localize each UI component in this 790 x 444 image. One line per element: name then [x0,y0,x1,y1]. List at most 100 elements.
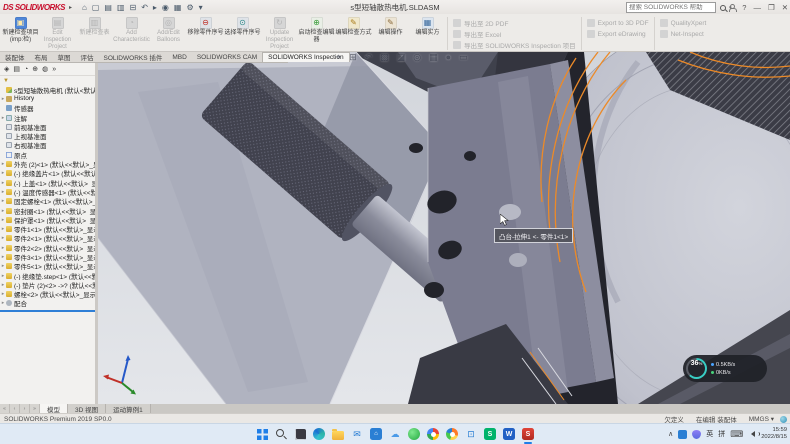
filter-icon[interactable]: ▼ [3,78,9,84]
export-button[interactable]: QualityXpert [660,18,707,28]
browser-1-button[interactable] [426,427,440,441]
view-tool-icon[interactable]: ⊞ [349,52,357,63]
taskbar-search-button[interactable] [274,427,288,441]
status-item[interactable]: MMGS ▾ [749,415,774,423]
ribbon-button[interactable]: ▤ Edit Inspection Project [39,16,76,51]
tree-item[interactable]: ▸ 注解 [0,113,95,122]
tree-item[interactable]: ▸ 零件2<1> (默认<<默认>_显示状态 [0,234,95,243]
touch-keyboard-icon[interactable]: ⌨ [730,429,743,440]
ribbon-button[interactable]: ✎ 编辑操作 [372,16,409,51]
tree-item[interactable]: ▸ 零件5<1> (默认<<默认>_显示状态 [0,262,95,271]
status-globe-icon[interactable] [780,416,787,423]
tree-item[interactable]: ▸ History [0,94,95,103]
export-button[interactable]: 导出至 Excel [453,29,576,39]
tree-item[interactable]: ▸ 零件3<1> (默认<<默认>_显示状态 [0,252,95,261]
quick-access-icon[interactable]: ▢ [92,3,100,12]
onedrive-button[interactable]: ☁ [388,427,402,441]
tree-item[interactable]: 原点 [0,150,95,159]
quick-access-icon[interactable]: ▤ [104,3,112,12]
panel-tab-icon[interactable]: ▤ [13,65,20,73]
quick-access-icon[interactable]: ▦ [174,3,182,12]
search-input[interactable] [627,4,719,11]
export-button[interactable]: Export eDrawing [587,29,649,39]
tree-item[interactable]: 传感器 [0,104,95,113]
tree-item[interactable]: ▸ (-) 上盖<1> (默认<<默认>_显示状 [0,178,95,187]
tree-item[interactable]: ▸ 外壳 (2)<1> (默认<<默认>_显示状 [0,159,95,168]
pc-manager-button[interactable]: ⊡ [464,427,478,441]
panel-tab-icon[interactable]: ⊕ [32,65,38,73]
panel-splitter[interactable] [95,63,98,404]
ribbon-button[interactable]: ✎ 编辑检查方式 [335,16,372,51]
view-tool-icon[interactable]: ↶ [365,52,373,63]
export-button[interactable]: 导出至 2D PDF [453,18,576,28]
restore-button[interactable]: ❐ [768,3,775,12]
view-tool-icon[interactable]: ● [446,52,451,63]
tree-root-item[interactable]: s型短轴散热电机 (默认<默认_显示状态-1> [0,85,95,94]
ribbon-tab[interactable]: MBD [167,52,191,62]
ribbon-button[interactable]: ⊕ 启动检查编辑器 [298,16,335,51]
panel-tab-icon[interactable]: ◔ [24,66,28,73]
taskbar-clock[interactable]: 15:59 2022/8/15 [761,427,787,441]
view-tool-icon[interactable]: ◎ [413,52,421,63]
ribbon-tab[interactable]: 布局 [30,52,53,62]
ribbon-tab[interactable]: 装配体 [0,52,30,62]
wps-s-button[interactable]: S [483,427,497,441]
wps-w-button[interactable]: W [502,427,516,441]
tree-item[interactable]: ▸ 固定螺栓<1> (默认<<默认>_显示 [0,197,95,206]
start-button[interactable] [255,427,269,441]
view-tool-icon[interactable]: ◪ [397,52,406,63]
tree-item[interactable]: ▸ 零件2<2> (默认<<默认>_显示状态 [0,243,95,252]
edge-browser-button[interactable] [312,427,326,441]
store-button[interactable]: ⌂ [369,427,383,441]
tree-item[interactable]: 右视基准面 [0,141,95,150]
tree-item[interactable]: ▸ 螺栓<2> (默认<<默认>_显示状态 [0,290,95,299]
help-search-box[interactable]: ▾ [626,2,716,13]
export-button[interactable]: 导出至 SOLIDWORKS Inspection 项目 [453,40,576,50]
file-explorer-button[interactable] [331,427,345,441]
panel-tab-icon[interactable]: ◍ [42,65,48,73]
tree-item[interactable]: ▸ (-) 绝缘盖片<1> (默认<<默认>_显 [0,169,95,178]
view-tool-icon[interactable]: ⌖ [336,52,341,63]
ribbon-tab[interactable]: SOLIDWORKS 插件 [99,52,168,62]
login-user-icon[interactable] [728,4,735,11]
ribbon-tab[interactable]: 草图 [53,52,76,62]
tree-item[interactable]: ▸ 配合 [0,299,95,308]
tray-chevron-icon[interactable]: ∧ [668,430,673,438]
tree-item[interactable]: ▸ (-) 温度传感器<1> (默认<<默认>_ [0,187,95,196]
quick-access-icon[interactable]: ▥ [117,3,125,12]
export-button[interactable]: Net-Inspect [660,29,707,39]
mail-button[interactable]: ✉ [350,427,364,441]
tree-item[interactable]: 上视基准面 [0,131,95,140]
search-icon[interactable] [719,4,727,12]
ime-language[interactable]: 英 [706,429,713,439]
minimize-button[interactable]: — [753,3,761,12]
quick-access-icon[interactable]: ◉ [162,3,169,12]
panel-split-bar[interactable] [0,310,95,312]
tray-blue-app-icon[interactable] [678,430,687,439]
quick-access-icon[interactable]: ▾ [199,3,203,12]
quick-access-icon[interactable]: ↶ [141,3,148,12]
tree-item[interactable]: 前视基准面 [0,122,95,131]
ribbon-button[interactable]: ▣ 新建检查项目 (imp:检) [2,16,39,51]
ribbon-button[interactable]: ▦ 编辑实方 [409,16,446,51]
ribbon-button[interactable]: ◔ Add Characteristic [113,16,150,51]
ime-mode[interactable]: 拼 [718,429,725,439]
help-button[interactable]: ? [742,3,746,12]
task-view-button[interactable] [293,427,307,441]
ribbon-button[interactable]: ↻ Update Inspection Project [261,16,298,51]
view-tool-icon[interactable]: ▧ [380,52,389,63]
quick-access-icon[interactable]: ⌂ [82,3,87,12]
tree-item[interactable]: ▸ 密封圈<1> (默认<<默认>_显示状 [0,206,95,215]
browser-2-button[interactable] [445,427,459,441]
quick-access-icon[interactable]: ⚙ [186,3,193,12]
quick-access-icon[interactable]: ⊟ [130,3,137,12]
ribbon-button[interactable]: ▥ 新建检查表 [76,16,113,51]
ribbon-tab[interactable]: 评估 [76,52,99,62]
panel-tab-icon[interactable]: ◈ [4,65,9,73]
view-tool-icon[interactable]: ▦ [429,52,438,63]
speaker-icon[interactable] [748,431,755,437]
tree-filter[interactable]: ▼ [0,76,95,85]
tree-item[interactable]: ▸ (-) 绝缘垫.step<1> (默认<<默认> [0,271,95,280]
ribbon-button[interactable]: ⊙ 选择零件序号 [224,16,261,51]
export-button[interactable]: Export to 3D PDF [587,18,649,28]
